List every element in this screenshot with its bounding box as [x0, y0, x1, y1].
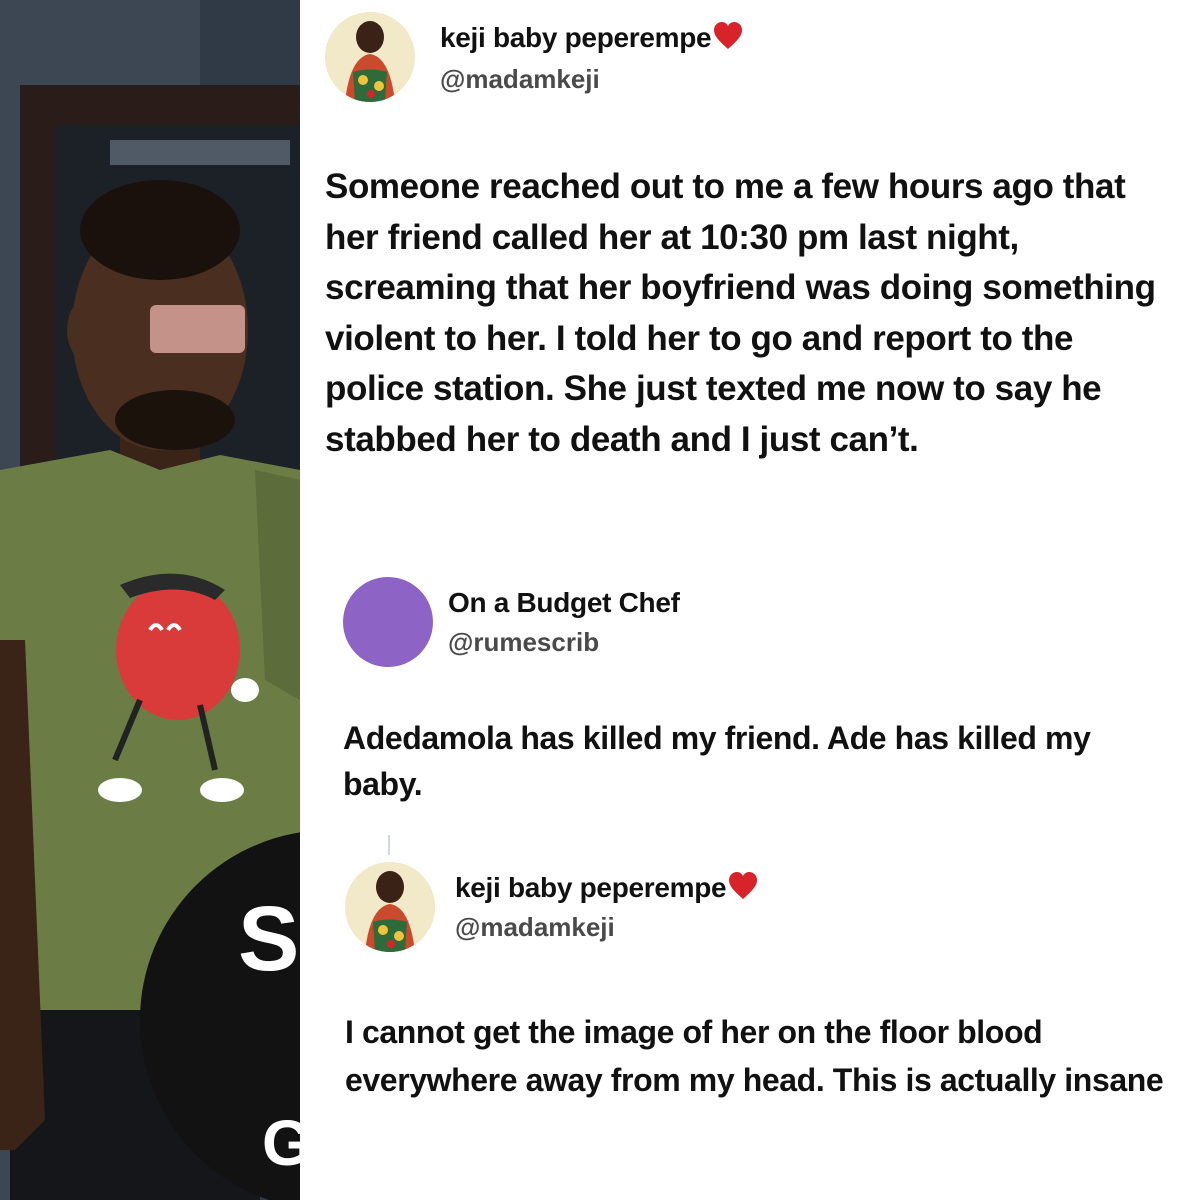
avatar[interactable]: [345, 862, 435, 952]
handle[interactable]: @madamkeji: [440, 64, 600, 95]
tweet-text: Someone reached out to me a few hours ag…: [325, 167, 1156, 459]
heart-icon: [728, 872, 758, 907]
overlay-letter-s: S: [238, 888, 299, 990]
woman-in-colorful-dress-avatar: [345, 862, 435, 952]
overlay-letter-g: G: [262, 1107, 300, 1179]
display-name[interactable]: keji baby peperempe: [455, 872, 758, 907]
display-name[interactable]: On a Budget Chef: [448, 587, 680, 619]
man-photo-illustration: S G: [0, 0, 300, 1200]
woman-in-colorful-dress-avatar: [325, 12, 415, 102]
thread-connector: [388, 835, 390, 855]
man-photo: S G: [0, 0, 300, 1200]
tweet-thread: keji baby peperempe @madamkeji Someone r…: [300, 0, 1200, 1200]
heart-icon: [713, 22, 743, 57]
purple-circle-avatar[interactable]: [343, 577, 433, 667]
avatar[interactable]: [325, 12, 415, 102]
handle[interactable]: @madamkeji: [455, 912, 615, 943]
tweet-text: Adedamola has killed my friend. Ade has …: [343, 720, 1091, 802]
tweet-text: I cannot get the image of her on the flo…: [345, 1014, 1164, 1098]
display-name-text: keji baby peperempe: [455, 872, 727, 903]
display-name[interactable]: keji baby peperempe: [440, 22, 743, 57]
display-name-text: keji baby peperempe: [440, 22, 712, 53]
handle[interactable]: @rumescrib: [448, 627, 599, 658]
